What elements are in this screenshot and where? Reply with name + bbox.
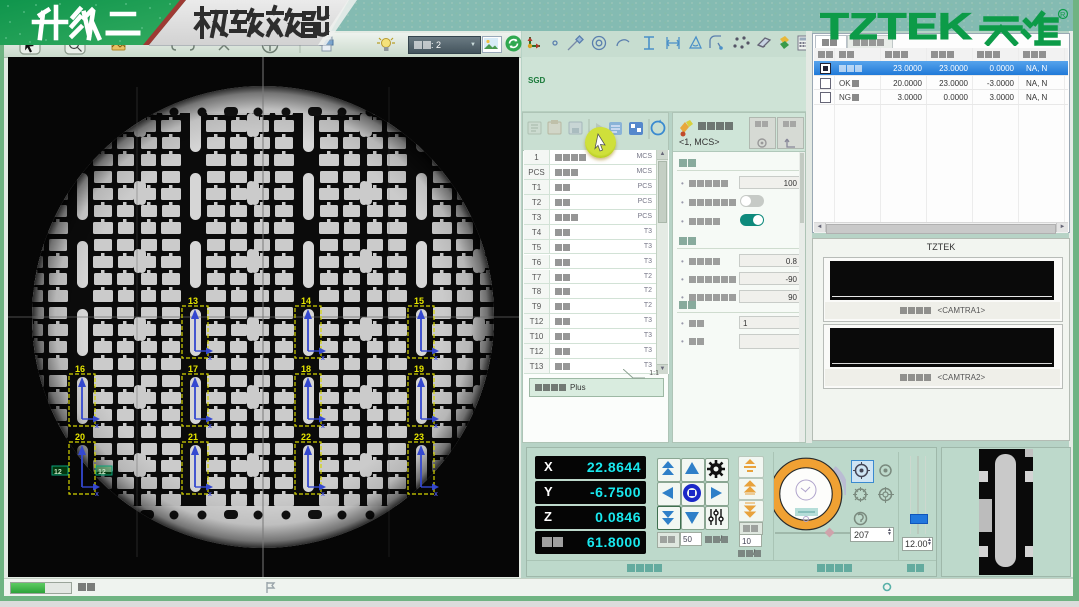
svg-text:x: x <box>434 491 438 498</box>
svg-text:14: 14 <box>301 296 311 306</box>
svg-text:21: 21 <box>188 432 198 442</box>
svg-text:x: x <box>208 423 212 430</box>
svg-text:17: 17 <box>188 364 198 374</box>
svg-text:x: x <box>208 355 212 362</box>
svg-text:x: x <box>95 491 99 498</box>
svg-text:18: 18 <box>301 364 311 374</box>
svg-text:19: 19 <box>414 364 424 374</box>
svg-text:x: x <box>434 355 438 362</box>
svg-text:x: x <box>208 491 212 498</box>
svg-text:12: 12 <box>98 469 106 476</box>
svg-text:R: R <box>1060 10 1066 19</box>
svg-text:TZTEK: TZTEK <box>820 6 972 46</box>
svg-text:16: 16 <box>75 364 85 374</box>
svg-text:x: x <box>434 423 438 430</box>
svg-text:x: x <box>321 423 325 430</box>
svg-text:20: 20 <box>75 432 85 442</box>
svg-text:x: x <box>95 423 99 430</box>
svg-text:15: 15 <box>414 296 424 306</box>
svg-text:x: x <box>321 355 325 362</box>
svg-text:12: 12 <box>54 469 62 476</box>
svg-text:22: 22 <box>301 432 311 442</box>
svg-text:13: 13 <box>188 296 198 306</box>
svg-text:x: x <box>321 491 325 498</box>
svg-text:23: 23 <box>414 432 424 442</box>
